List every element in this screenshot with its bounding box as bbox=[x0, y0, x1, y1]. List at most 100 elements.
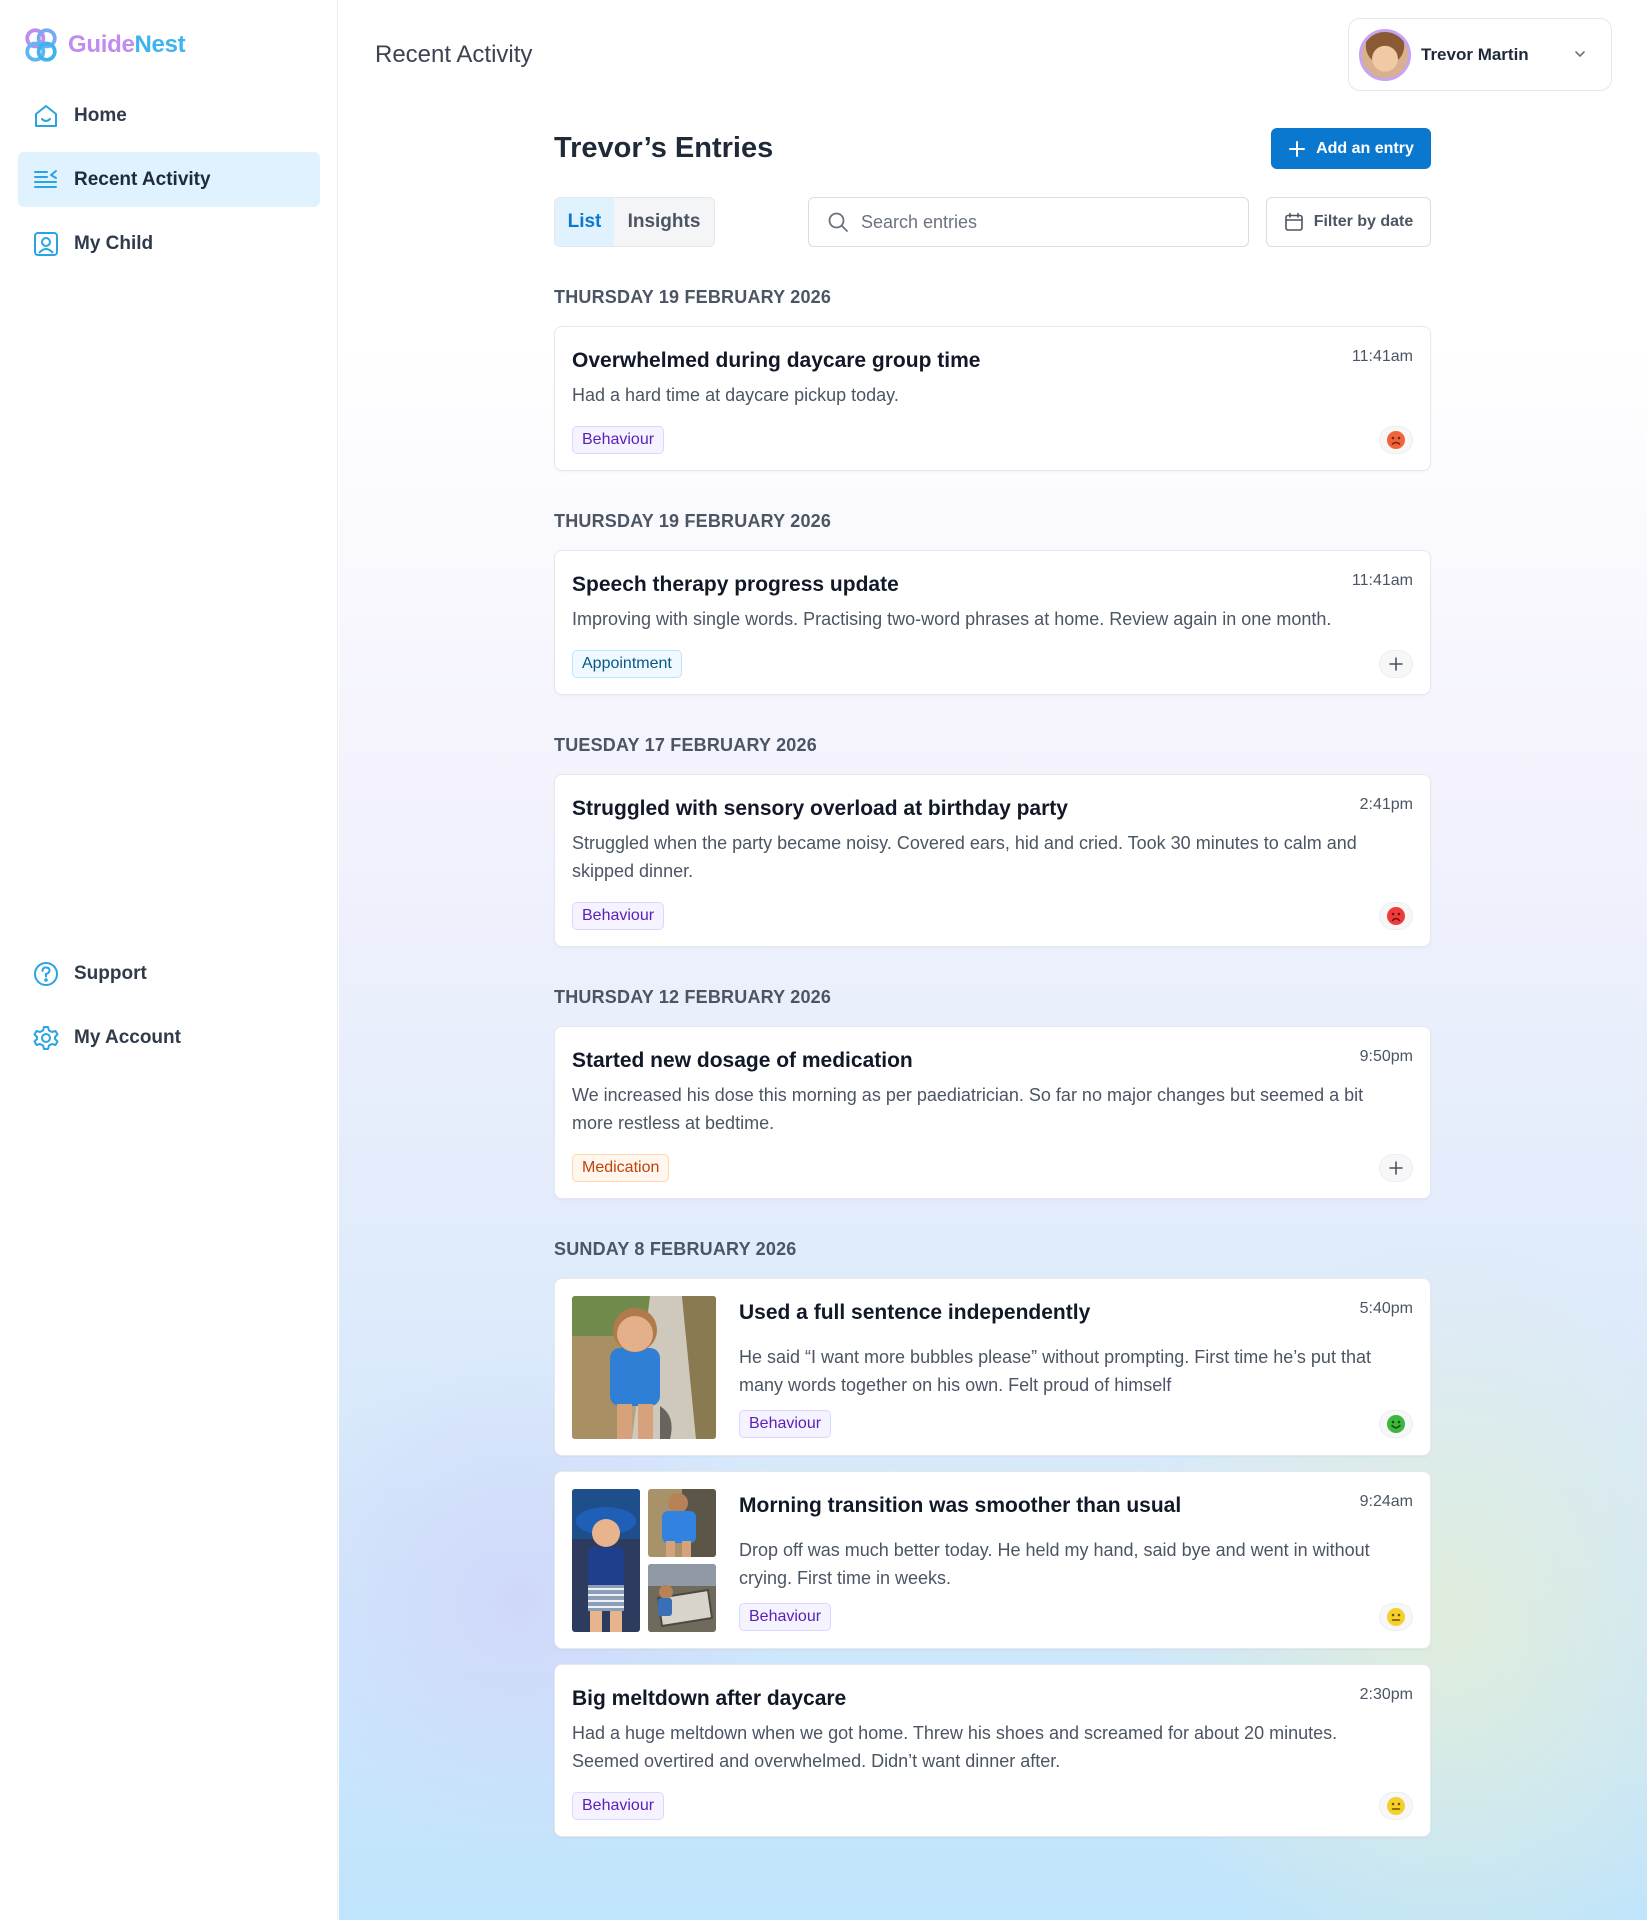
entry-card[interactable]: Started new dosage of medication 9:50pm … bbox=[554, 1026, 1431, 1199]
day-heading: TUESDAY 17 FEBRUARY 2026 bbox=[554, 735, 817, 755]
search-input[interactable] bbox=[861, 211, 1221, 233]
category-tag: Behaviour bbox=[739, 1603, 832, 1631]
entry-time: 11:41am bbox=[1351, 348, 1413, 365]
mood-button[interactable] bbox=[1379, 902, 1413, 930]
logo-text-part1: Guide bbox=[68, 31, 135, 58]
child-sandpit-photo bbox=[648, 1564, 716, 1632]
neutral-face-icon bbox=[1387, 1797, 1405, 1815]
entry-photo[interactable] bbox=[572, 1489, 640, 1632]
category-tag: Behaviour bbox=[739, 1410, 832, 1438]
mood-button[interactable] bbox=[1379, 1792, 1413, 1820]
mood-button[interactable] bbox=[1379, 1603, 1413, 1631]
sidebar-item-label: My Child bbox=[74, 232, 154, 254]
user-name: Trevor Martin bbox=[1421, 44, 1529, 64]
category-tag: Behaviour bbox=[572, 426, 665, 454]
child-walking-photo bbox=[572, 1296, 716, 1439]
sidebar: GuideNest Home Recent Activity My Child bbox=[0, 0, 338, 1920]
frown-face-icon bbox=[1387, 431, 1405, 449]
user-menu[interactable]: Trevor Martin bbox=[1348, 18, 1612, 91]
list-icon bbox=[34, 169, 57, 188]
entry-title: Started new dosage of medication bbox=[572, 1049, 913, 1072]
entry-text: Struggled when the party became noisy. C… bbox=[572, 833, 1357, 881]
category-tag: Appointment bbox=[572, 650, 682, 678]
day-heading: SUNDAY 8 FEBRUARY 2026 bbox=[554, 1239, 797, 1259]
child-blue-shirt-photo bbox=[648, 1489, 716, 1557]
sidebar-item-my-child[interactable]: My Child bbox=[18, 216, 320, 271]
help-icon bbox=[34, 961, 58, 986]
home-icon bbox=[35, 104, 57, 127]
entry-time: 5:40pm bbox=[1359, 1300, 1413, 1317]
entry-text: Drop off was much better today. He held … bbox=[739, 1540, 1370, 1588]
entry-card[interactable]: Used a full sentence independently 5:40p… bbox=[554, 1278, 1431, 1456]
plus-icon bbox=[1389, 657, 1403, 671]
plus-icon bbox=[1289, 140, 1306, 157]
entries-title: Trevor’s Entries bbox=[554, 132, 774, 164]
entry-photo[interactable] bbox=[572, 1296, 716, 1439]
add-mood-button[interactable] bbox=[1379, 650, 1413, 678]
sidebar-item-label: Recent Activity bbox=[74, 168, 211, 190]
entry-time: 11:41am bbox=[1351, 572, 1413, 589]
entry-card[interactable]: Overwhelmed during daycare group time 11… bbox=[554, 326, 1431, 471]
entry-text: Improving with single words. Practising … bbox=[572, 609, 1332, 629]
entry-time: 9:50pm bbox=[1359, 1048, 1413, 1065]
add-entry-label: Add an entry bbox=[1316, 139, 1414, 157]
mood-button[interactable] bbox=[1379, 426, 1413, 454]
main-nav: Home Recent Activity My Child bbox=[18, 88, 320, 280]
child-profile-icon bbox=[34, 231, 58, 256]
entry-card[interactable]: Big meltdown after daycare 2:30pm Had a … bbox=[554, 1664, 1431, 1837]
entry-text: He said “I want more bubbles please” wit… bbox=[739, 1347, 1371, 1395]
sidebar-item-my-account[interactable]: My Account bbox=[18, 1010, 320, 1065]
filter-by-date-button[interactable]: Filter by date bbox=[1266, 197, 1431, 247]
entry-title: Struggled with sensory overload at birth… bbox=[572, 797, 1068, 820]
add-entry-button[interactable]: Add an entry bbox=[1271, 128, 1431, 169]
page-title: Recent Activity bbox=[375, 41, 533, 68]
entry-time: 9:24am bbox=[1359, 1493, 1413, 1510]
gear-icon bbox=[33, 1025, 59, 1050]
sad-face-icon bbox=[1387, 907, 1405, 925]
calendar-icon bbox=[1284, 212, 1303, 231]
search-icon bbox=[828, 212, 848, 232]
sidebar-item-recent-activity[interactable]: Recent Activity bbox=[18, 152, 320, 207]
sidebar-item-label: Home bbox=[74, 104, 127, 126]
add-mood-button[interactable] bbox=[1379, 1154, 1413, 1182]
secondary-nav: Support My Account bbox=[18, 946, 320, 1074]
entry-card[interactable]: Struggled with sensory overload at birth… bbox=[554, 774, 1431, 947]
plus-icon bbox=[1389, 1161, 1403, 1175]
sidebar-item-home[interactable]: Home bbox=[18, 88, 320, 143]
logo-icon bbox=[25, 28, 57, 62]
day-heading: THURSDAY 19 FEBRUARY 2026 bbox=[554, 287, 832, 307]
category-tag: Behaviour bbox=[572, 902, 665, 930]
tab-insights[interactable]: Insights bbox=[614, 198, 714, 246]
entry-photo[interactable] bbox=[648, 1564, 716, 1632]
app-logo[interactable]: GuideNest bbox=[22, 26, 186, 64]
entry-text: Had a hard time at daycare pickup today. bbox=[572, 385, 899, 405]
entry-card[interactable]: Speech therapy progress update 11:41am I… bbox=[554, 550, 1431, 695]
sidebar-item-label: Support bbox=[74, 962, 147, 984]
entry-title: Used a full sentence independently bbox=[739, 1301, 1091, 1324]
search-box bbox=[808, 197, 1249, 247]
view-toggle: List Insights bbox=[554, 197, 715, 247]
neutral-face-icon bbox=[1387, 1608, 1405, 1626]
happy-face-icon bbox=[1387, 1415, 1405, 1433]
entry-title: Speech therapy progress update bbox=[572, 573, 899, 596]
sidebar-item-support[interactable]: Support bbox=[18, 946, 320, 1001]
child-hat-photo bbox=[572, 1489, 640, 1632]
logo-text-part2: Nest bbox=[134, 31, 186, 58]
logo-text: GuideNest bbox=[68, 31, 186, 59]
entry-text: We increased his dose this morning as pe… bbox=[572, 1085, 1364, 1133]
entry-time: 2:30pm bbox=[1359, 1686, 1413, 1703]
entry-title: Big meltdown after daycare bbox=[572, 1687, 847, 1710]
sidebar-item-label: My Account bbox=[74, 1026, 181, 1048]
filter-label: Filter by date bbox=[1313, 213, 1414, 230]
entry-photo[interactable] bbox=[648, 1489, 716, 1557]
mood-button[interactable] bbox=[1379, 1410, 1413, 1438]
entry-time: 2:41pm bbox=[1359, 796, 1413, 813]
avatar bbox=[1359, 28, 1411, 81]
day-heading: THURSDAY 12 FEBRUARY 2026 bbox=[554, 987, 832, 1007]
day-heading: THURSDAY 19 FEBRUARY 2026 bbox=[554, 511, 832, 531]
category-tag: Behaviour bbox=[572, 1792, 665, 1820]
entry-text: Had a huge meltdown when we got home. Th… bbox=[572, 1723, 1338, 1771]
chevron-down-icon bbox=[1575, 51, 1585, 58]
entry-card[interactable]: Morning transition was smoother than usu… bbox=[554, 1471, 1431, 1649]
tab-list[interactable]: List bbox=[555, 198, 614, 246]
